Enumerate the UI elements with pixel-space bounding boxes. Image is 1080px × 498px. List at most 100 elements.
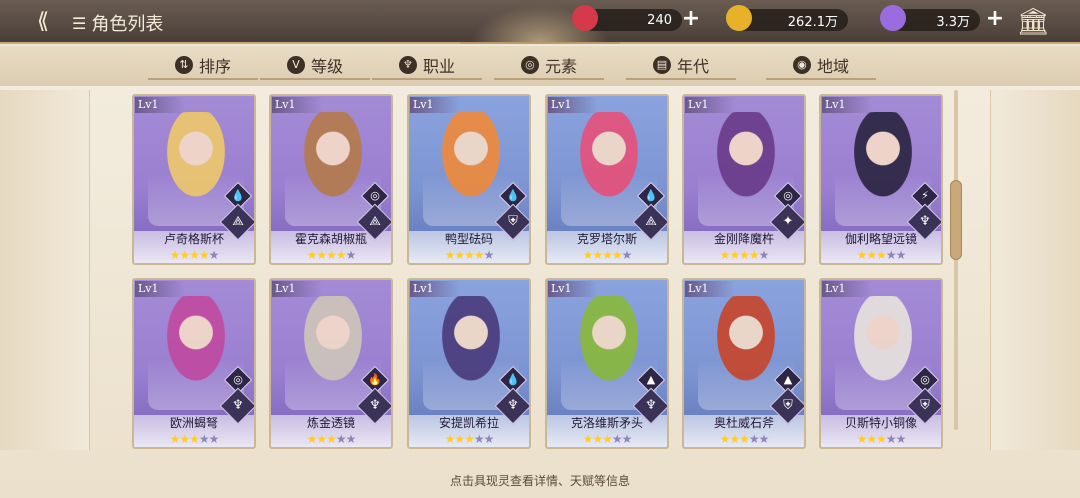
character-portrait xyxy=(285,112,381,226)
add-crystal-button[interactable]: + xyxy=(984,8,1006,31)
star-empty-icon: ★ xyxy=(885,432,897,446)
star-filled-icon: ★ xyxy=(739,432,750,446)
character-card[interactable]: Lv1 💧 ⛨ 鸭型砝码 ★★★★★ xyxy=(407,94,531,265)
character-card[interactable]: Lv1 💧 ⟁ 卢奇格斯杯 ★★★★★ xyxy=(132,94,256,265)
star-rating: ★★★★★ xyxy=(684,248,804,262)
character-card[interactable]: Lv1 ▲ ♆ 克洛维斯矛头 ★★★★★ xyxy=(545,278,669,449)
element-glyph: 💧 xyxy=(644,189,658,202)
filter-element[interactable]: ◎ 元素 xyxy=(494,52,604,80)
star-filled-icon: ★ xyxy=(602,432,613,446)
filter-sort[interactable]: ⇅ 排序 xyxy=(148,52,258,80)
star-filled-icon: ★ xyxy=(444,248,456,262)
character-portrait xyxy=(835,296,931,410)
filter-label: 元素 xyxy=(544,57,577,76)
star-filled-icon: ★ xyxy=(169,432,181,446)
character-card[interactable]: Lv1 ◎ ✦ 金刚降魔杵 ★★★★★ xyxy=(682,94,806,265)
crystal-icon xyxy=(880,5,906,31)
star-empty-icon: ★ xyxy=(895,248,907,262)
star-filled-icon: ★ xyxy=(326,432,337,446)
character-card[interactable]: Lv1 💧 ♆ 安提凯希拉 ★★★★★ xyxy=(407,278,531,449)
star-filled-icon: ★ xyxy=(876,432,887,446)
scrollbar-track[interactable] xyxy=(954,90,958,430)
element-glyph: 🔥 xyxy=(368,373,382,386)
character-portrait xyxy=(148,296,244,410)
add-ticket-button[interactable]: + xyxy=(680,8,702,31)
star-rating: ★★★★★ xyxy=(134,432,254,446)
star-rating: ★★★★★ xyxy=(271,432,391,446)
level-badge: Lv1 xyxy=(822,281,872,297)
character-name: 鸭型砝码 xyxy=(444,232,493,246)
ticket-icon xyxy=(572,5,598,31)
filter-label: 年代 xyxy=(676,57,709,76)
element-glyph: ▲ xyxy=(646,373,656,386)
star-filled-icon: ★ xyxy=(189,248,200,262)
character-card[interactable]: Lv1 💧 ⟁ 克罗塔尔斯 ★★★★★ xyxy=(545,94,669,265)
star-filled-icon: ★ xyxy=(592,248,603,262)
crystal-amount: 3.3万 xyxy=(936,14,970,30)
level-badge: Lv1 xyxy=(410,281,460,297)
filter-era[interactable]: ▤ 年代 xyxy=(626,52,736,80)
element-glyph: ▲ xyxy=(783,373,793,386)
scrollbar-thumb[interactable] xyxy=(950,180,962,260)
character-name: 安提凯希拉 xyxy=(438,416,499,430)
element-glyph: ⚡ xyxy=(921,189,929,202)
character-portrait xyxy=(698,112,794,226)
bank-icon[interactable]: 🏛 xyxy=(1016,7,1050,37)
star-filled-icon: ★ xyxy=(444,432,456,446)
era-icon: ▤ xyxy=(652,56,671,74)
element-glyph: 💧 xyxy=(506,373,520,386)
element-glyph: ◎ xyxy=(370,189,380,202)
page-title-text: 角色列表 xyxy=(91,14,164,35)
star-rating: ★★★★★ xyxy=(409,248,529,262)
character-card[interactable]: Lv1 ⚡ ♆ 伽利略望远镜 ★★★★★ xyxy=(819,94,943,265)
character-name: 贝斯特小铜像 xyxy=(844,416,917,430)
star-filled-icon: ★ xyxy=(454,248,465,262)
page-title: ☰ 角色列表 xyxy=(72,10,163,36)
star-filled-icon: ★ xyxy=(866,248,877,262)
level-badge: Lv1 xyxy=(685,97,735,113)
character-name: 奥杜威石斧 xyxy=(713,416,774,430)
level-icon: V xyxy=(286,56,305,74)
character-portrait xyxy=(423,112,519,226)
star-filled-icon: ★ xyxy=(316,432,327,446)
star-filled-icon: ★ xyxy=(866,432,877,446)
star-rating: ★★★★★ xyxy=(409,432,529,446)
filter-class[interactable]: ♆ 职业 xyxy=(372,52,482,80)
ticket-amount: 240 xyxy=(647,12,672,28)
star-filled-icon: ★ xyxy=(179,248,190,262)
star-empty-icon: ★ xyxy=(885,248,897,262)
star-empty-icon: ★ xyxy=(335,432,347,446)
star-rating: ★★★★★ xyxy=(547,248,667,262)
character-portrait xyxy=(698,296,794,410)
star-filled-icon: ★ xyxy=(189,432,200,446)
top-bar: ⟪ ☰ 角色列表 240 + 262.1万 3.3万 + 🏛 xyxy=(0,0,1080,44)
star-filled-icon: ★ xyxy=(464,248,475,262)
star-filled-icon: ★ xyxy=(306,248,318,262)
star-filled-icon: ★ xyxy=(739,248,750,262)
star-filled-icon: ★ xyxy=(335,248,347,262)
filter-level[interactable]: V 等级 xyxy=(260,52,370,80)
star-filled-icon: ★ xyxy=(729,248,740,262)
character-card[interactable]: Lv1 ◎ ⟁ 霍克森胡椒瓶 ★★★★★ xyxy=(269,94,393,265)
character-name: 克罗塔尔斯 xyxy=(576,232,637,246)
star-empty-icon: ★ xyxy=(483,248,495,262)
character-portrait xyxy=(561,112,657,226)
star-filled-icon: ★ xyxy=(592,432,603,446)
character-card[interactable]: Lv1 ▲ ⛨ 奥杜威石斧 ★★★★★ xyxy=(682,278,806,449)
character-card[interactable]: Lv1 🔥 ♆ 炼金透镜 ★★★★★ xyxy=(269,278,393,449)
character-card[interactable]: Lv1 ◎ ♆ 欧洲蝎弩 ★★★★★ xyxy=(132,278,256,449)
level-badge: Lv1 xyxy=(135,97,185,113)
star-empty-icon: ★ xyxy=(611,432,623,446)
level-badge: Lv1 xyxy=(822,97,872,113)
star-empty-icon: ★ xyxy=(895,432,907,446)
filter-region[interactable]: ◉ 地域 xyxy=(766,52,876,80)
star-filled-icon: ★ xyxy=(748,248,760,262)
back-arrow-icon[interactable]: ⟪ xyxy=(26,8,60,36)
character-portrait xyxy=(148,112,244,226)
star-filled-icon: ★ xyxy=(582,248,594,262)
character-portrait xyxy=(285,296,381,410)
character-card[interactable]: Lv1 ◎ ⛨ 贝斯特小铜像 ★★★★★ xyxy=(819,278,943,449)
star-empty-icon: ★ xyxy=(345,432,357,446)
star-filled-icon: ★ xyxy=(719,248,731,262)
star-empty-icon: ★ xyxy=(758,432,770,446)
